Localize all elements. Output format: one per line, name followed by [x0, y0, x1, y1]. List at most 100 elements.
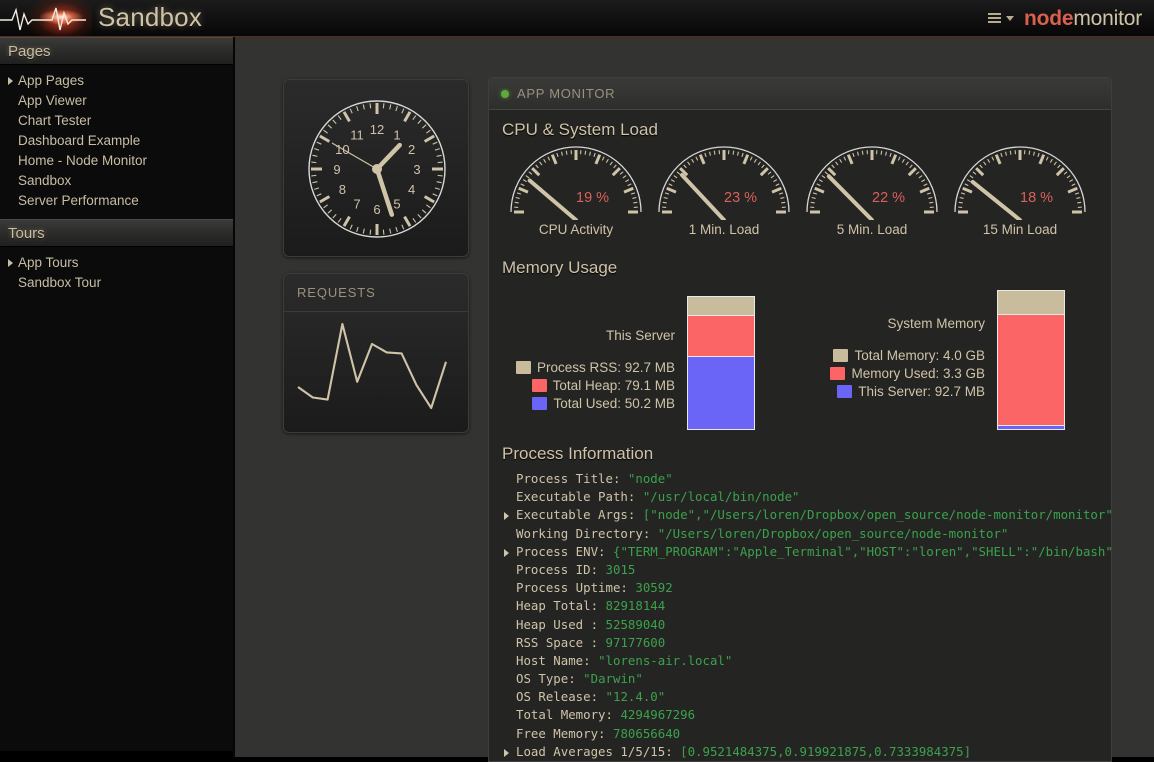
sidebar-item-home-node-monitor[interactable]: Home - Node Monitor — [0, 151, 233, 171]
sidebar-item-label: App Tours — [18, 255, 79, 270]
svg-text:2: 2 — [408, 142, 415, 157]
sidebar-item-chart-tester[interactable]: Chart Tester — [0, 111, 233, 131]
expand-triangle-icon[interactable] — [8, 77, 13, 85]
sidebar-item-server-performance[interactable]: Server Performance — [0, 191, 233, 211]
svg-text:8: 8 — [339, 182, 346, 197]
sidebar-item-label: App Viewer — [18, 93, 87, 108]
expand-triangle-icon[interactable] — [504, 512, 509, 520]
legend-item: Total Used: 50.2 MB — [489, 394, 675, 412]
process-info-row: Executable Path: "/usr/local/bin/node" — [489, 488, 1111, 506]
process-info-key: Total Memory: — [516, 707, 613, 722]
legend-label: Total Heap: 79.1 MB — [553, 378, 675, 393]
gauge-5-min-load: 22 %5 Min. Load — [797, 146, 947, 220]
legend-label: This Server: 92.7 MB — [858, 384, 985, 399]
expand-triangle-icon[interactable] — [504, 749, 509, 757]
sidebar-item-app-pages[interactable]: App Pages — [0, 71, 233, 91]
sidebar-list-pages: App Pages App Viewer Chart Tester Dashbo… — [0, 65, 233, 219]
sidebar-item-label: Sandbox — [18, 173, 71, 188]
gauge-value: 22 % — [872, 190, 905, 206]
gauge-label: 15 Min Load — [945, 222, 1095, 237]
gauge-dial-icon — [649, 146, 799, 220]
process-info-row: Working Directory: "/Users/loren/Dropbox… — [489, 525, 1111, 543]
process-info-key: Process Title: — [516, 471, 620, 486]
svg-text:6: 6 — [373, 202, 380, 217]
gauge-cpu-activity: 19 %CPU Activity — [501, 146, 651, 220]
process-info-row: Executable Args: ["node","/Users/loren/D… — [489, 506, 1111, 524]
process-info-value: "Darwin" — [583, 671, 643, 686]
svg-text:5: 5 — [393, 197, 400, 212]
process-info-row: Free Memory: 780656640 — [489, 725, 1111, 743]
memory-group-caption: This Server — [489, 328, 675, 343]
process-info-value: 82918144 — [606, 598, 666, 613]
process-info-row: RSS Space : 97177600 — [489, 634, 1111, 652]
expand-triangle-icon[interactable] — [8, 259, 13, 267]
process-info-value: "12.4.0" — [606, 689, 666, 704]
brand-logo: nodemonitor — [1024, 7, 1142, 31]
process-section-title: Process Information — [489, 434, 1111, 468]
menu-button[interactable] — [988, 13, 1014, 23]
memory-bar-segment — [998, 315, 1064, 426]
divider — [284, 311, 468, 312]
process-info-value: "node" — [628, 471, 673, 486]
sidebar-item-label: Server Performance — [18, 193, 139, 208]
process-info-value: 780656640 — [613, 726, 680, 741]
process-info-row: Process Title: "node" — [489, 470, 1111, 488]
legend-label: Memory Used: 3.3 GB — [851, 366, 985, 381]
gauge-dial-icon — [797, 146, 947, 220]
gauge-value: 23 % — [724, 190, 757, 206]
memory-bar-segment — [688, 297, 754, 316]
memory-usage-group: This Server Process RSS: 92.7 MB Total Hea… — [489, 282, 1111, 434]
page-title: Sandbox — [98, 2, 202, 33]
legend-item: Process RSS: 92.7 MB — [489, 358, 675, 376]
brand-node: node — [1024, 7, 1073, 30]
svg-text:11: 11 — [350, 127, 364, 142]
process-info-value: 97177600 — [606, 635, 666, 650]
legend-swatch — [837, 385, 852, 398]
process-info-value: 4294967296 — [620, 707, 695, 722]
main-content: 121234567891011 REQUESTS APP MONITOR CPU… — [235, 37, 1154, 757]
memory-legend: Total Memory: 4.0 GBMemory Used: 3.3 GBT… — [799, 346, 985, 400]
process-info-row: OS Type: "Darwin" — [489, 670, 1111, 688]
cpu-section-title: CPU & System Load — [489, 110, 1111, 144]
svg-text:3: 3 — [413, 162, 420, 177]
memory-stacked-bar — [997, 290, 1065, 430]
sidebar-item-app-tours[interactable]: App Tours — [0, 253, 233, 273]
svg-text:4: 4 — [408, 182, 415, 197]
gauge-dial-icon — [945, 146, 1095, 220]
expand-triangle-icon[interactable] — [504, 549, 509, 557]
sidebar: Pages App Pages App Viewer Chart Tester … — [0, 37, 233, 751]
legend-label: Process RSS: 92.7 MB — [537, 360, 675, 375]
process-info-value: "/usr/local/bin/node" — [643, 489, 800, 504]
sidebar-item-label: Home - Node Monitor — [18, 153, 147, 168]
legend-item: This Server: 92.7 MB — [799, 382, 985, 400]
process-info-value: 3015 — [606, 562, 636, 577]
gauge-group: 19 %CPU Activity23 %1 Min. Load22 %5 Min… — [489, 146, 1111, 248]
svg-text:7: 7 — [353, 197, 360, 212]
gauge-label: 1 Min. Load — [649, 222, 799, 237]
process-info-row: Load Averages 1/5/15: [0.9521484375,0.91… — [489, 743, 1111, 761]
sidebar-item-label: Chart Tester — [18, 113, 91, 128]
sidebar-item-sandbox[interactable]: Sandbox — [0, 171, 233, 191]
legend-swatch — [532, 379, 547, 392]
memory-bar-segment — [998, 426, 1064, 429]
memory-bar-segment — [998, 291, 1064, 315]
app-monitor-title: APP MONITOR — [517, 86, 615, 101]
gauge-value: 18 % — [1020, 190, 1053, 206]
sidebar-item-dashboard-example[interactable]: Dashboard Example — [0, 131, 233, 151]
sidebar-item-app-viewer[interactable]: App Viewer — [0, 91, 233, 111]
process-info-value: ["node","/Users/loren/Dropbox/open_sourc… — [643, 507, 1111, 522]
legend-swatch — [532, 397, 547, 410]
process-info-key: Executable Path: — [516, 489, 635, 504]
sidebar-item-sandbox-tour[interactable]: Sandbox Tour — [0, 273, 233, 293]
gauge-1-min-load: 23 %1 Min. Load — [649, 146, 799, 220]
legend-swatch — [830, 367, 845, 380]
legend-item: Memory Used: 3.3 GB — [799, 364, 985, 382]
memory-group-caption: System Memory — [799, 316, 985, 331]
gauge-label: CPU Activity — [501, 222, 651, 237]
process-info-key: Host Name: — [516, 653, 591, 668]
app-monitor-panel: APP MONITOR CPU & System Load 19 %CPU Ac… — [488, 77, 1112, 762]
gauge-dial-icon — [501, 146, 651, 220]
memory-legend: Process RSS: 92.7 MB Total Heap: 79.1 MBT… — [489, 358, 675, 412]
requests-title: REQUESTS — [297, 285, 376, 300]
process-info-key: Executable Args: — [516, 507, 635, 522]
